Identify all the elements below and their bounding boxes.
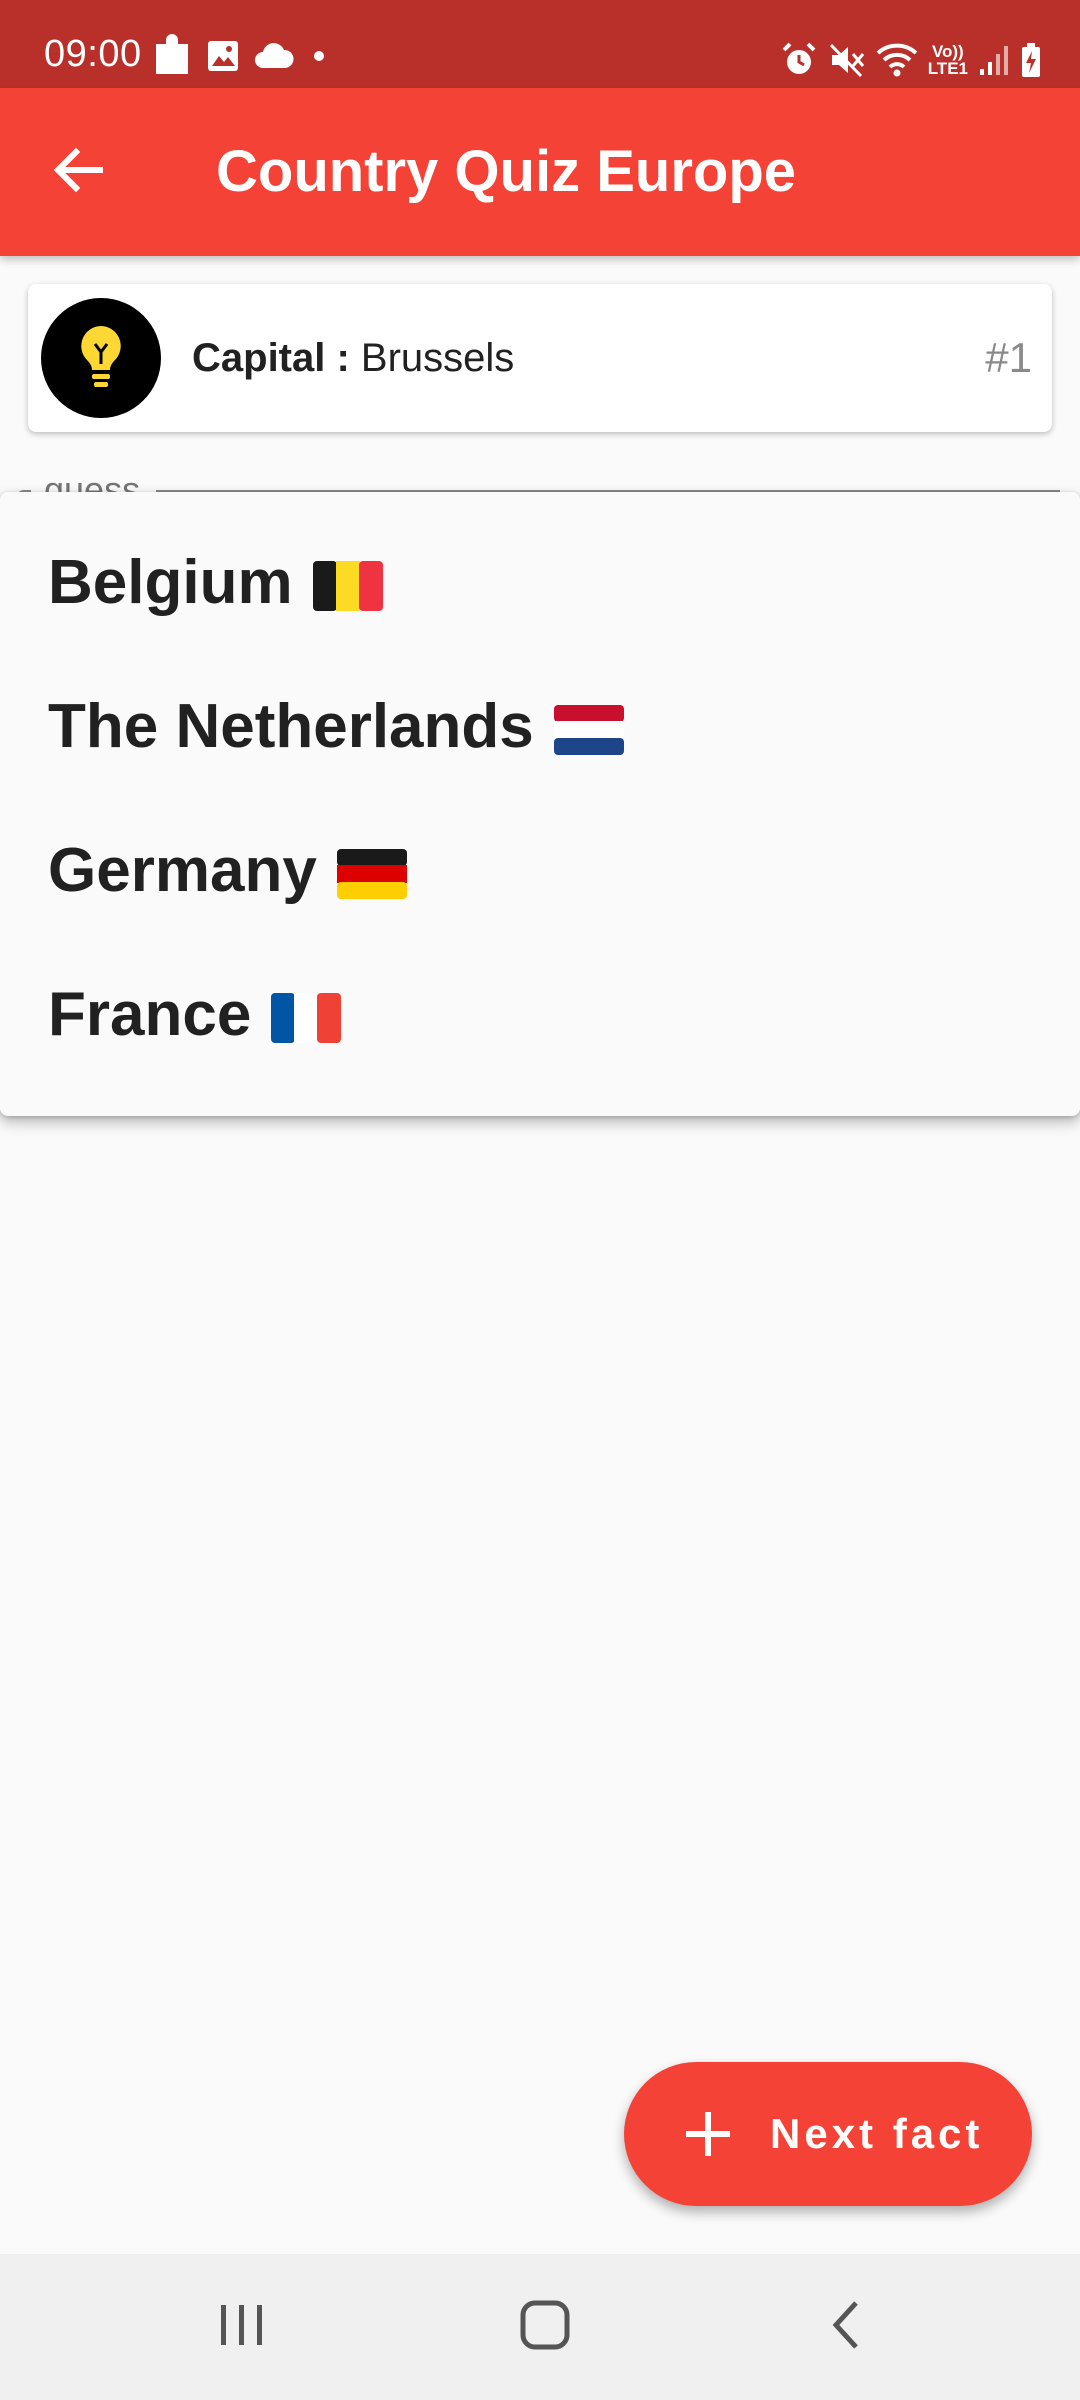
battery-charging-icon [1020,42,1042,78]
belgium-flag [312,561,383,612]
volte-label-top: Vo)) [931,42,964,61]
fact-avatar [41,298,161,418]
option-label: Belgium [48,547,293,617]
dropdown-option-netherlands[interactable]: The Netherlands [0,654,1080,798]
netherlands-flag [553,705,624,756]
status-notification-icons [152,34,330,78]
back-icon [826,2299,866,2356]
mute-icon [828,41,866,79]
fact-value: Brussels [360,336,515,380]
germany-flag [336,849,407,900]
recent-apps-icon [217,2301,267,2354]
volte-label-bottom: LTE1 [927,59,968,78]
home-button[interactable] [455,2254,635,2400]
page-title: Country Quiz Europe [216,139,796,204]
home-icon [519,2299,571,2356]
recent-apps-button[interactable] [152,2254,332,2400]
fact-text: Capital : Brussels [192,332,514,384]
arrow-back-icon [52,144,104,201]
back-button[interactable] [34,128,122,216]
fact-label: Capital : [192,336,350,380]
status-time: 09:00 [44,33,142,75]
dot-icon [308,46,330,66]
fact-number: #1 [985,334,1032,381]
fact-card: Capital : Brussels #1 [28,284,1052,432]
volte-icon: Vo)) LTE1 [928,43,968,77]
app-bar: Country Quiz Europe [0,88,1080,256]
system-nav-bar [0,2254,1080,2400]
cloud-icon [254,42,294,70]
wifi-icon [876,41,918,79]
nav-back-button[interactable] [756,2254,936,2400]
dropdown-option-belgium[interactable]: Belgium [0,510,1080,654]
lightbulb-icon [77,324,125,393]
dropdown-option-france[interactable]: France [0,942,1080,1086]
puzzle-icon [152,34,192,78]
france-flag [271,993,342,1044]
next-fact-button[interactable]: Next fact [624,2062,1032,2206]
status-bar: 09:00 Vo)) LTE1 [0,0,1080,88]
status-system-icons: Vo)) LTE1 [780,38,1042,82]
option-label: The Netherlands [48,691,534,761]
dropdown-option-germany[interactable]: Germany [0,798,1080,942]
alarm-icon [780,41,818,79]
signal-icon [978,43,1010,77]
option-label: Germany [48,835,317,905]
next-fact-label: Next fact [770,2110,984,2157]
image-icon [206,39,240,73]
plus-icon [684,2110,732,2163]
guess-dropdown-menu: Belgium The Netherlands Germany France [0,492,1080,1116]
option-label: France [48,979,252,1049]
